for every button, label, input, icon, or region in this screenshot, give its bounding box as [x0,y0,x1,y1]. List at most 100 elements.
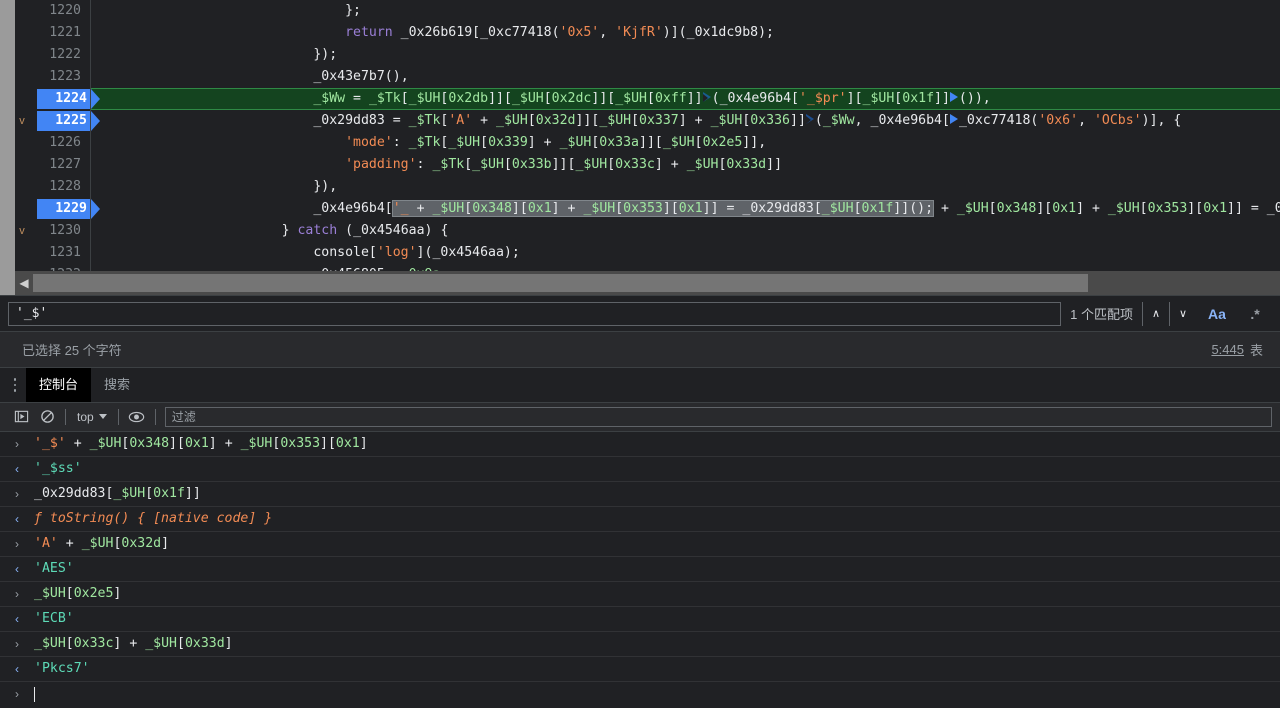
code-line[interactable]: 1221 return _0x26b619[_0xc77418('0x5', '… [28,22,1280,44]
line-number[interactable]: 1227 [28,154,90,176]
tab-console[interactable]: 控制台 [26,367,92,402]
code-line[interactable]: 1223 _0x43e7b7(), [28,66,1280,88]
tab-search[interactable]: 搜索 [91,368,143,402]
code-fold-toggle-icon[interactable]: v [17,110,27,132]
console-input-arrow-icon: › [15,536,19,551]
match-case-toggle[interactable]: Aa [1200,302,1234,326]
code-line[interactable]: 1229 _0x4e96b4['_ + _$UH[0x348][0x1] + _… [28,198,1280,220]
cursor-position-link[interactable]: 5:445 [1211,342,1244,357]
console-input-arrow-icon: › [15,586,19,601]
editor-search-bar: '_$' 1 个匹配项 ∧ ∨ Aa .* [0,295,1280,332]
inline-breakpoint-icon[interactable] [805,114,815,125]
horizontal-scrollbar-track[interactable] [1088,271,1280,295]
inline-breakpoint-icon[interactable] [949,114,959,125]
code-line[interactable]: 1224 _$Ww = _$Tk[_$UH[0x2db]][_$UH[0x2dc… [28,88,1280,110]
console-input-row[interactable]: › _0x29dd83[_$UH[0x1f]] [0,482,1280,507]
editor-vertical-scrollbar[interactable] [0,0,15,272]
line-number[interactable]: 1222 [28,44,90,66]
code-line-text: console['log'](_0x4546aa); [313,245,520,260]
console-output-arrow-icon: ‹ [15,511,19,526]
code-line-text: }), [313,179,338,194]
line-number[interactable]: 1223 [28,66,90,88]
console-output-arrow-icon: ‹ [15,561,19,576]
code-lines-container[interactable]: 1220 }; 1221 return _0x26b619[_0xc77418('… [28,0,1280,272]
inline-breakpoint-icon[interactable] [702,92,712,103]
console-prompt-row[interactable]: › [0,682,1280,708]
console-input-arrow-icon: › [15,486,19,501]
code-line[interactable]: 1231 console['log'](_0x4546aa); [28,242,1280,264]
console-output-arrow-icon: ‹ [15,661,19,676]
execution-context-label: top [77,409,94,424]
search-prev-button[interactable]: ∧ [1142,301,1169,326]
scroll-left-arrow-icon[interactable]: ◀ [15,271,33,296]
console-output-row[interactable]: ‹ 'Pkcs7' [0,657,1280,682]
line-number[interactable]: 1231 [28,242,90,264]
console-filter-placeholder: 过滤 [171,410,196,425]
code-line[interactable]: 1226 'mode': _$Tk[_$UH[0x339] + _$UH[0x3… [28,132,1280,154]
live-expression-icon[interactable] [124,405,150,429]
code-fold-toggle-icon[interactable]: v [17,220,27,242]
console-input-arrow-icon: › [15,636,19,651]
inline-breakpoint-icon[interactable] [949,92,959,103]
line-number[interactable]: 1230 [28,220,90,242]
code-line-text: 'mode': _$Tk[_$UH[0x339] + _$UH[0x33a]][… [345,135,767,150]
console-prompt-input[interactable] [34,684,1280,706]
regex-toggle[interactable]: .* [1238,302,1272,326]
code-fold-column: vv [15,0,28,272]
source-editor: vv 1220 }; 1221 return _0x26b619[_0xc7741… [0,0,1280,272]
status-bar-right: 5:445 表 [1211,340,1264,359]
console-output-arrow-icon: ‹ [15,461,19,476]
console-toolbar: top 过滤 [0,402,1280,432]
code-line[interactable]: 1228 }), [28,176,1280,198]
console-input-row[interactable]: › _$UH[0x33c] + _$UH[0x33d] [0,632,1280,657]
search-next-button[interactable]: ∨ [1169,301,1196,326]
editor-horizontal-scrollbar[interactable]: ◀ [0,271,1280,296]
code-line[interactable]: 1227 'padding': _$Tk[_$UH[0x33b]][_$UH[0… [28,154,1280,176]
editor-vertical-scrollbar-thumb[interactable] [0,0,15,272]
code-line[interactable]: 1232 _0x456805 = 0x9a; [28,264,1280,272]
console-output-row[interactable]: ‹ 'ECB' [0,607,1280,632]
search-match-count: 1 个匹配项 [1070,307,1133,323]
execution-context-select[interactable]: top [71,410,113,424]
more-options-icon[interactable] [4,368,26,402]
console-filter-input[interactable]: 过滤 [164,406,1272,427]
line-number[interactable]: 1220 [28,0,90,22]
code-line[interactable]: 1230 } catch (_0x4546aa) { [28,220,1280,242]
line-number[interactable]: 1232 [28,264,90,271]
code-line-text: _0x456805 = 0x9a; [91,264,448,271]
code-line-text: _0x4e96b4['_ + _$UH[0x348][0x1] + _$UH[0… [313,200,1280,217]
console-output-row[interactable]: ‹ '_$ss' [0,457,1280,482]
console-input-arrow-icon: › [15,686,19,701]
code-line-text: }); [313,47,338,62]
console-entry-text: 'Pkcs7' [34,660,90,676]
console-input-row[interactable]: › 'A' + _$UH[0x32d] [0,532,1280,557]
code-line-text: _0x43e7b7(), [313,69,409,84]
console-input-row[interactable]: › '_$' + _$UH[0x348][0x1] + _$UH[0x353][0… [0,432,1280,457]
line-number[interactable]: 1226 [28,132,90,154]
line-number[interactable]: 1221 [28,22,90,44]
search-match-highlight: '_ + _$UH[0x348][0x1] + _$UH[0x353][0x1]… [391,200,935,217]
search-input[interactable]: '_$' [8,301,1062,326]
console-entry-text: '_$ss' [34,460,82,476]
console-message-list[interactable]: › '_$' + _$UH[0x348][0x1] + _$UH[0x353][0… [0,431,1280,708]
code-line[interactable]: 1222 }); [28,44,1280,66]
console-entry-text: 'AES' [34,560,74,576]
console-output-row[interactable]: ‹ 'AES' [0,557,1280,582]
scrollbar-corner [0,271,15,296]
clear-console-icon[interactable] [34,405,60,429]
code-line[interactable]: 1220 }; [28,0,1280,22]
code-line-text: }; [345,3,361,18]
console-output-row[interactable]: ‹ ƒ toString() { [native code] } [0,507,1280,532]
execute-icon[interactable] [8,405,34,429]
code-line-text: return _0x26b619[_0xc77418('0x5', 'KjfR'… [345,25,774,40]
horizontal-scrollbar-thumb[interactable] [33,274,1088,293]
console-input-row[interactable]: › _$UH[0x2e5] [0,582,1280,607]
toolbar-divider-3 [154,408,156,425]
toolbar-divider-2 [117,408,119,425]
line-number[interactable]: 1228 [28,176,90,198]
console-entry-text: _$UH[0x33c] + _$UH[0x33d] [34,635,233,651]
code-line-text: 'padding': _$Tk[_$UH[0x33b]][_$UH[0x33c]… [345,157,783,172]
code-line[interactable]: 1225 _0x29dd83 = _$Tk['A' + _$UH[0x32d]]… [28,110,1280,132]
console-entry-text: ƒ toString() { [native code] } [34,510,273,526]
console-entry-text: 'ECB' [34,610,74,626]
